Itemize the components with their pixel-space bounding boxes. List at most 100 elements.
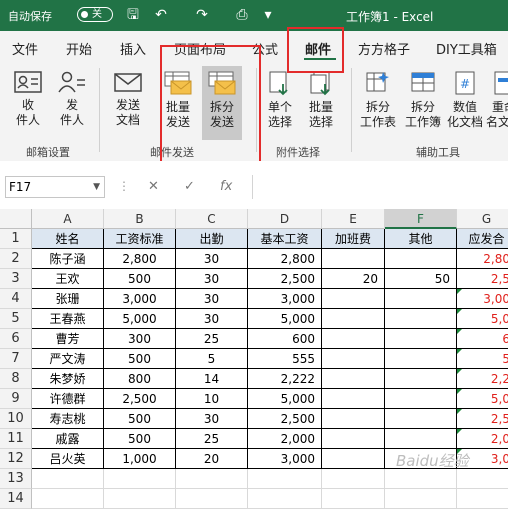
table-cell[interactable]: 2,5 [457, 409, 508, 429]
row-header-11[interactable]: 11 [0, 429, 32, 449]
table-cell[interactable] [322, 449, 385, 469]
numeric-document-button[interactable]: # 数值 化文档 [447, 70, 483, 130]
header-cell[interactable]: 工资标准 [104, 229, 176, 249]
table-cell[interactable]: 3,00 [457, 289, 508, 309]
table-cell[interactable]: 2,80 [457, 249, 508, 269]
bulk-select-button[interactable]: 批量 选择 [303, 70, 339, 130]
column-header-b[interactable]: B [104, 209, 176, 229]
column-header-f[interactable]: F [385, 209, 457, 229]
table-cell[interactable] [385, 309, 457, 329]
cancel-icon[interactable]: ✕ [148, 179, 159, 194]
table-cell[interactable]: 5,0 [457, 389, 508, 409]
table-cell[interactable] [322, 469, 385, 489]
table-cell[interactable] [32, 489, 104, 509]
table-cell[interactable] [322, 349, 385, 369]
insert-function-icon[interactable]: fx [220, 179, 232, 194]
split-workbook-button[interactable]: 拆分 工作簿 [402, 70, 444, 130]
chevron-down-icon[interactable]: ▼ [93, 177, 100, 197]
table-cell[interactable]: 陈子涵 [32, 249, 104, 269]
table-cell[interactable] [457, 489, 508, 509]
table-cell[interactable]: 2,000 [248, 429, 322, 449]
table-cell[interactable]: 5 [457, 349, 508, 369]
column-header-d[interactable]: D [248, 209, 322, 229]
row-header-3[interactable]: 3 [0, 269, 32, 289]
table-cell[interactable]: 30 [176, 289, 248, 309]
table-cell[interactable] [385, 469, 457, 489]
table-cell[interactable]: 朱梦娇 [32, 369, 104, 389]
tab-diy-toolbox[interactable]: DIY工具箱 [436, 39, 497, 58]
header-cell[interactable]: 加班费 [322, 229, 385, 249]
table-cell[interactable] [385, 409, 457, 429]
table-cell[interactable]: 2,800 [248, 249, 322, 269]
table-cell[interactable] [32, 469, 104, 489]
table-cell[interactable]: 5,000 [248, 389, 322, 409]
touch-mode-icon[interactable]: ⎙ [233, 5, 251, 25]
row-header-7[interactable]: 7 [0, 349, 32, 369]
table-cell[interactable]: 6 [457, 329, 508, 349]
table-cell[interactable]: 600 [248, 329, 322, 349]
row-header-1[interactable]: 1 [0, 229, 32, 249]
table-cell[interactable]: 2,500 [248, 269, 322, 289]
table-cell[interactable]: 2,500 [104, 389, 176, 409]
table-cell[interactable]: 张珊 [32, 289, 104, 309]
table-cell[interactable]: 20 [176, 449, 248, 469]
table-cell[interactable] [322, 289, 385, 309]
row-header-4[interactable]: 4 [0, 289, 32, 309]
column-header-c[interactable]: C [176, 209, 248, 229]
row-header-8[interactable]: 8 [0, 369, 32, 389]
table-cell[interactable] [322, 409, 385, 429]
table-cell[interactable] [457, 469, 508, 489]
table-cell[interactable] [322, 329, 385, 349]
tab-file[interactable]: 文件 [12, 39, 38, 58]
table-cell[interactable]: 14 [176, 369, 248, 389]
table-cell[interactable] [385, 249, 457, 269]
row-header-10[interactable]: 10 [0, 409, 32, 429]
table-cell[interactable] [248, 469, 322, 489]
table-cell[interactable]: 500 [104, 409, 176, 429]
column-header-g[interactable]: G [457, 209, 508, 229]
table-cell[interactable]: 10 [176, 389, 248, 409]
table-cell[interactable] [385, 349, 457, 369]
table-cell[interactable]: 30 [176, 409, 248, 429]
header-cell[interactable]: 其他 [385, 229, 457, 249]
table-cell[interactable]: 300 [104, 329, 176, 349]
table-cell[interactable]: 2,800 [104, 249, 176, 269]
table-cell[interactable] [322, 389, 385, 409]
table-cell[interactable] [385, 389, 457, 409]
table-cell[interactable] [385, 329, 457, 349]
header-cell[interactable]: 应发合 [457, 229, 508, 249]
table-cell[interactable]: 50 [385, 269, 457, 289]
table-cell[interactable]: 许德群 [32, 389, 104, 409]
tab-fangfang[interactable]: 方方格子 [358, 39, 410, 58]
name-box[interactable]: F17 ▼ [5, 176, 105, 198]
table-cell[interactable]: 3,000 [248, 289, 322, 309]
send-document-button[interactable]: 发送 文档 [107, 70, 149, 128]
row-header-9[interactable]: 9 [0, 389, 32, 409]
table-cell[interactable]: 30 [176, 249, 248, 269]
row-header-2[interactable]: 2 [0, 249, 32, 269]
table-cell[interactable]: 25 [176, 429, 248, 449]
table-cell[interactable]: 20 [322, 269, 385, 289]
tab-insert[interactable]: 插入 [120, 39, 146, 58]
table-cell[interactable]: 5,000 [248, 309, 322, 329]
formula-bar-grip-icon[interactable]: ⋮ [118, 179, 130, 193]
table-cell[interactable]: 曹芳 [32, 329, 104, 349]
table-cell[interactable] [385, 369, 457, 389]
table-cell[interactable]: 寿志桃 [32, 409, 104, 429]
table-cell[interactable]: 2,500 [248, 409, 322, 429]
customize-qat-icon[interactable]: ▾ [259, 5, 277, 25]
table-cell[interactable] [322, 369, 385, 389]
table-cell[interactable]: 500 [104, 269, 176, 289]
table-cell[interactable]: 500 [104, 429, 176, 449]
table-cell[interactable]: 30 [176, 269, 248, 289]
table-cell[interactable] [322, 249, 385, 269]
table-cell[interactable]: 2,0 [457, 429, 508, 449]
table-cell[interactable]: 王春燕 [32, 309, 104, 329]
table-cell[interactable]: 2,222 [248, 369, 322, 389]
recipients-button[interactable]: 收 件人 [8, 70, 48, 128]
redo-icon[interactable]: ↷ [193, 5, 211, 25]
select-all-corner[interactable] [0, 209, 32, 229]
formula-input[interactable] [252, 175, 508, 199]
table-cell[interactable] [385, 489, 457, 509]
header-cell[interactable]: 基本工资 [248, 229, 322, 249]
